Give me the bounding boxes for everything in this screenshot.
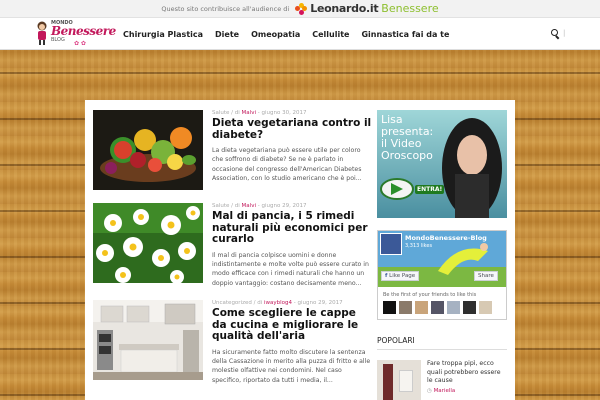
popular-title[interactable]: Fare troppa pipì, ecco quali potrebbero … (427, 360, 507, 386)
fb-avatar[interactable] (380, 233, 402, 255)
ad-text: Lisa presenta: il Video Oroscopo (381, 114, 433, 162)
post-title[interactable]: Mal di pancia, i 5 rimedi naturali più e… (212, 210, 372, 246)
post-excerpt: La dieta vegetariana può essere utile pe… (212, 147, 362, 183)
popular-heading: POPOLARI (377, 336, 507, 350)
ad-line4: Oroscopo (381, 149, 433, 162)
post-title[interactable]: Dieta vegetariana contro il diabete? (212, 117, 372, 141)
popular-author[interactable]: Mariella (434, 388, 456, 394)
nav-item-diete[interactable]: Diete (215, 30, 239, 39)
avatar[interactable] (479, 301, 492, 314)
site-logo[interactable]: MONDO Benessere BLOG ✿ ✿ (34, 18, 116, 50)
logo-benessere: Benessere (51, 24, 116, 38)
logo-decoration: ✿ ✿ (74, 40, 86, 47)
logo-girl-icon (37, 21, 47, 45)
avatar[interactable] (463, 301, 476, 314)
main-content: Salute / di Malvi - giugno 30, 2017 Diet… (85, 100, 515, 400)
post-author[interactable]: Malvi (242, 110, 256, 116)
facebook-icon: f (385, 273, 388, 279)
nav-item-ginnastica[interactable]: Ginnastica fai da te (361, 30, 449, 39)
leonardo-brand: Leonardo.it (310, 2, 379, 15)
oroscopo-ad[interactable]: Lisa presenta: il Video Oroscopo ENTRA! (377, 110, 507, 218)
daisies-image (93, 203, 203, 283)
popular-item[interactable]: Fare troppa pipì, ecco quali potrebbero … (377, 360, 507, 400)
search-divider: | (563, 29, 566, 37)
leonardo-logo[interactable]: Leonardo.it Benessere (295, 2, 439, 15)
fb-friend-avatars (383, 301, 492, 314)
post-meta: Salute / di Malvi - giugno 29, 2017 (212, 203, 307, 209)
post-category[interactable]: Uncategorized (212, 300, 252, 306)
avatar[interactable] (447, 301, 460, 314)
clock-icon: ◷ (427, 388, 432, 394)
post-body: Salute / di Malvi - giugno 29, 2017 Mal … (212, 203, 372, 288)
fb-like-label: Like Page (389, 273, 416, 279)
logo-blog: BLOG (51, 37, 65, 43)
avatar[interactable] (383, 301, 396, 314)
post-author[interactable]: iwayblog4 (264, 300, 292, 306)
post-thumbnail-fruits[interactable] (93, 110, 203, 190)
search-icon[interactable] (551, 29, 560, 40)
fb-like-button[interactable]: f Like Page (381, 271, 420, 281)
post-date: giugno 29, 2017 (261, 203, 307, 209)
post-body: Uncategorized / di iwayblog4 - giugno 29… (212, 300, 372, 385)
post-item: Salute / di Malvi - giugno 29, 2017 Mal … (93, 203, 371, 287)
post-date: giugno 30, 2017 (261, 110, 307, 116)
post-category[interactable]: Salute (212, 110, 229, 116)
post-thumbnail-kitchen[interactable] (93, 300, 203, 380)
avatar[interactable] (431, 301, 444, 314)
post-item: Uncategorized / di iwayblog4 - giugno 29… (93, 300, 371, 390)
post-meta: Salute / di Malvi - giugno 30, 2017 (212, 110, 307, 116)
post-excerpt: Il mal di pancia colpisce uomini e donne… (212, 251, 369, 287)
fb-share-button[interactable]: Share (474, 271, 498, 281)
nav-item-omeopatia[interactable]: Omeopatia (251, 30, 300, 39)
flower-icon (295, 2, 308, 15)
avatar[interactable] (415, 301, 428, 314)
post-excerpt: Ha sicuramente fatto molto discutere la … (212, 348, 371, 384)
fb-likes: 3,313 likes (405, 243, 433, 249)
nav-menu: Chirurgia Plastica Diete Omeopatia Cellu… (123, 18, 449, 50)
fb-friends-note: Be the first of your friends to like thi… (383, 292, 477, 298)
fruits-image (93, 110, 203, 190)
popular-meta: ◷ Mariella (427, 388, 455, 394)
nav-item-chirurgia[interactable]: Chirurgia Plastica (123, 30, 203, 39)
leonardo-brand-sub: Benessere (381, 2, 439, 15)
post-title[interactable]: Come scegliere le cappe da cucina e migl… (212, 307, 372, 343)
post-date: giugno 29, 2017 (297, 300, 343, 306)
post-thumbnail-daisies[interactable] (93, 203, 203, 283)
main-navbar: MONDO Benessere BLOG ✿ ✿ Chirurgia Plast… (0, 18, 600, 50)
post-item: Salute / di Malvi - giugno 30, 2017 Diet… (93, 110, 371, 190)
post-body: Salute / di Malvi - giugno 30, 2017 Diet… (212, 110, 372, 184)
kitchen-image (93, 300, 203, 380)
partner-bar: Questo sito contribuisce all'audience di… (0, 0, 600, 18)
ad-enter-button[interactable]: ENTRA! (415, 185, 445, 194)
nav-item-cellulite[interactable]: Cellulite (312, 30, 349, 39)
fb-page-name[interactable]: MondoBenessere-Blog (405, 234, 487, 242)
post-category[interactable]: Salute (212, 203, 229, 209)
partner-notice: Questo sito contribuisce all'audience di (161, 4, 290, 13)
facebook-banner: MondoBenessere-Blog 3,313 likes f Like P… (378, 231, 506, 287)
popular-thumbnail[interactable] (377, 360, 421, 400)
post-meta: Uncategorized / di iwayblog4 - giugno 29… (212, 300, 343, 306)
avatar[interactable] (399, 301, 412, 314)
facebook-widget: MondoBenessere-Blog 3,313 likes f Like P… (377, 230, 507, 320)
post-author[interactable]: Malvi (242, 203, 256, 209)
